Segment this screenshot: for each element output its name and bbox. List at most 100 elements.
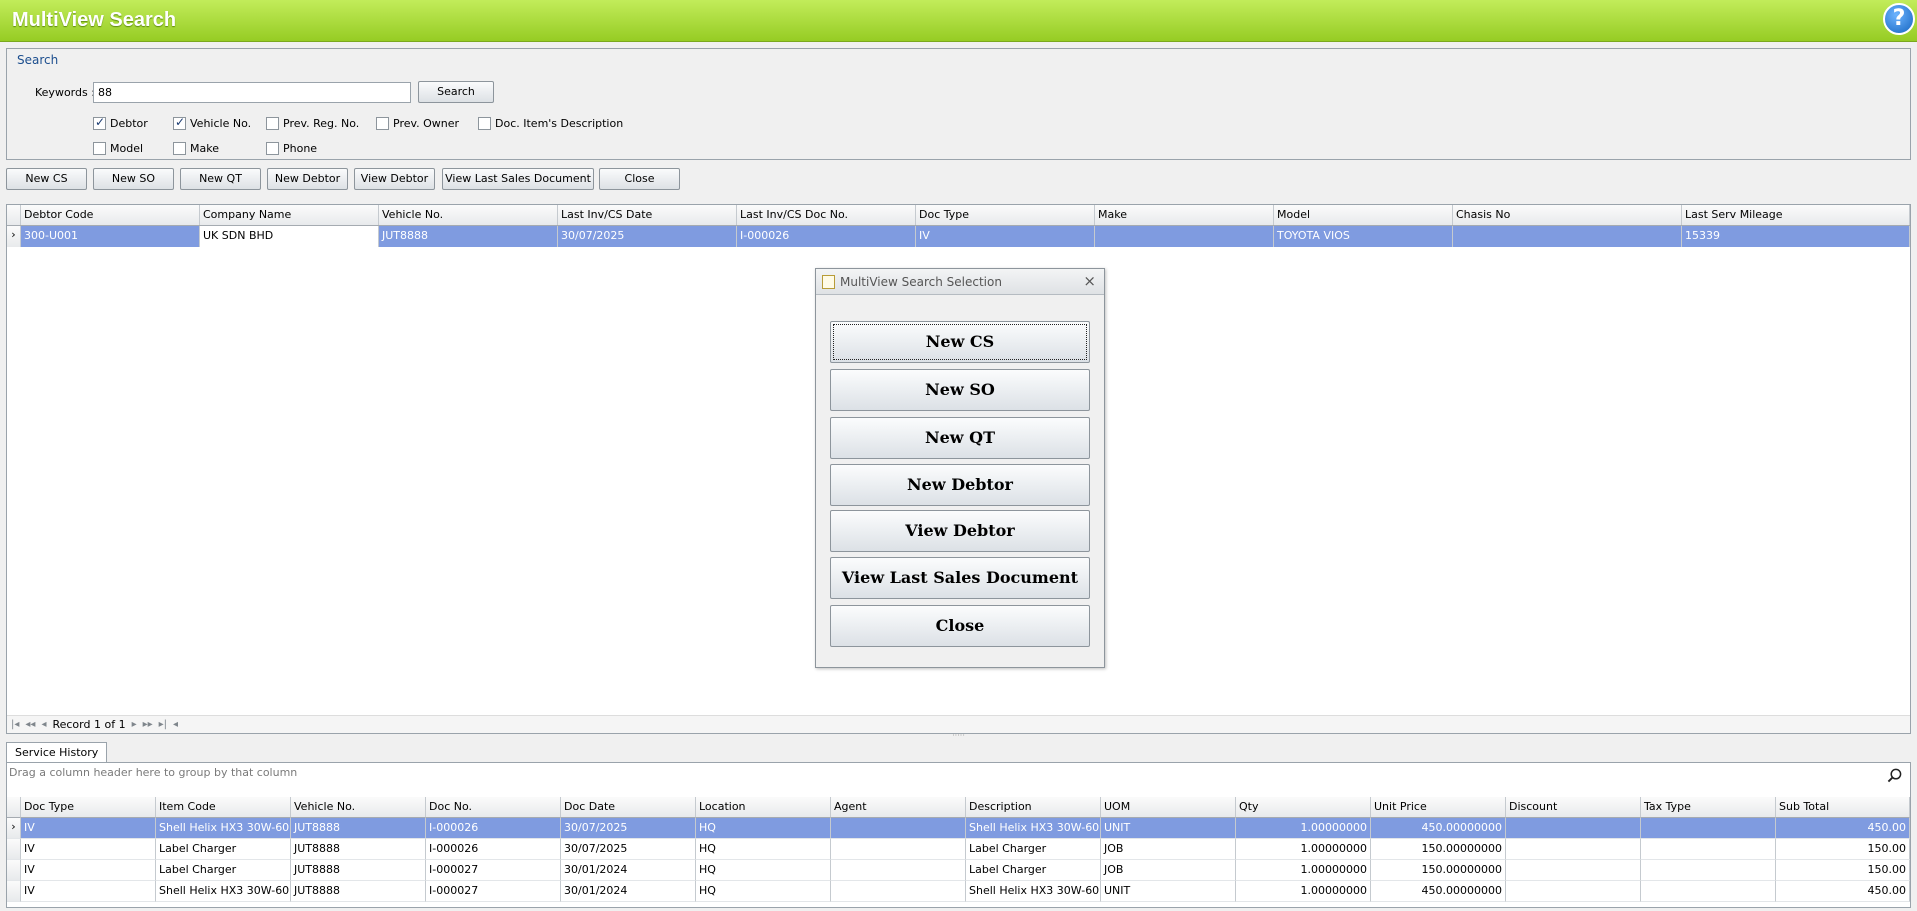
cell-unit-price[interactable]: 150.00000000 [1371, 860, 1506, 881]
cell-description[interactable]: Shell Helix HX3 30W-60 [966, 818, 1101, 839]
cell-description[interactable]: Label Charger [966, 839, 1101, 860]
cell-tax-type[interactable] [1641, 860, 1776, 881]
hcol-sub-total[interactable]: Sub Total [1776, 797, 1910, 818]
col-make[interactable]: Make [1095, 205, 1274, 225]
cell-doc-date[interactable]: 30/07/2025 [561, 839, 696, 860]
cell-doc-date[interactable]: 30/07/2025 [561, 818, 696, 839]
scroll-left-icon[interactable]: ◂ [173, 719, 178, 730]
hcol-discount[interactable]: Discount [1506, 797, 1641, 818]
cell-debtor-code[interactable]: 300-U001 [21, 226, 200, 247]
cell-item-code[interactable]: Shell Helix HX3 30W-60 [156, 881, 291, 902]
checkbox-model[interactable]: Model [93, 142, 143, 155]
table-row[interactable]: IV Label Charger JUT8888 I-000026 30/07/… [7, 839, 1910, 860]
cell-item-code[interactable]: Label Charger [156, 839, 291, 860]
table-row[interactable]: › 300-U001 UK SDN BHD JUT8888 30/07/2025… [7, 226, 1910, 247]
checkbox-make-box[interactable] [173, 142, 186, 155]
col-debtor-code[interactable]: Debtor Code [21, 205, 200, 225]
hcol-tax-type[interactable]: Tax Type [1641, 797, 1776, 818]
view-debtor-button[interactable]: View Debtor [354, 168, 435, 190]
hcol-doc-type[interactable]: Doc Type [21, 797, 156, 818]
cell-doc-type[interactable]: IV [21, 881, 156, 902]
checkbox-debtor-box[interactable] [93, 115, 106, 130]
checkbox-prev-owner-box[interactable] [376, 117, 389, 130]
checkbox-phone-box[interactable] [266, 142, 279, 155]
checkbox-prev-owner[interactable]: Prev. Owner [376, 117, 459, 130]
cell-qty[interactable]: 1.00000000 [1236, 839, 1371, 860]
cell-unit-price[interactable]: 450.00000000 [1371, 818, 1506, 839]
cell-doc-no[interactable]: I-000027 [426, 881, 561, 902]
dialog-new-qt-button[interactable]: New QT [830, 417, 1090, 459]
cell-doc-date[interactable]: 30/01/2024 [561, 881, 696, 902]
col-doc-type[interactable]: Doc Type [916, 205, 1095, 225]
checkbox-phone[interactable]: Phone [266, 142, 317, 155]
cell-company-name[interactable]: UK SDN BHD [200, 226, 379, 247]
checkbox-debtor[interactable]: Debtor [93, 115, 148, 130]
new-cs-button[interactable]: New CS [6, 168, 87, 190]
hcol-doc-no[interactable]: Doc No. [426, 797, 561, 818]
cell-last-serv-mileage[interactable]: 15339 [1682, 226, 1910, 247]
hcol-item-code[interactable]: Item Code [156, 797, 291, 818]
hcol-vehicle-no[interactable]: Vehicle No. [291, 797, 426, 818]
dialog-new-cs-button[interactable]: New CS [830, 321, 1090, 363]
cell-sub-total[interactable]: 150.00 [1776, 839, 1910, 860]
table-row[interactable]: IV Shell Helix HX3 30W-60 JUT8888 I-0000… [7, 881, 1910, 902]
cell-doc-type[interactable]: IV [21, 860, 156, 881]
view-last-sales-document-button[interactable]: View Last Sales Document [442, 168, 594, 190]
checkbox-model-box[interactable] [93, 142, 106, 155]
cell-tax-type[interactable] [1641, 818, 1776, 839]
new-debtor-button[interactable]: New Debtor [267, 168, 348, 190]
cell-last-inv-cs-doc-no[interactable]: I-000026 [737, 226, 916, 247]
dialog-close-button[interactable]: Close [830, 605, 1090, 647]
hcol-doc-date[interactable]: Doc Date [561, 797, 696, 818]
cell-make[interactable] [1095, 226, 1274, 247]
search-button[interactable]: Search [418, 81, 494, 103]
cell-doc-type[interactable]: IV [21, 839, 156, 860]
cell-agent[interactable] [831, 860, 966, 881]
cell-tax-type[interactable] [1641, 839, 1776, 860]
cell-location[interactable]: HQ [696, 818, 831, 839]
cell-sub-total[interactable]: 450.00 [1776, 818, 1910, 839]
cell-location[interactable]: HQ [696, 860, 831, 881]
cell-uom[interactable]: JOB [1101, 839, 1236, 860]
tab-service-history[interactable]: Service History [6, 742, 108, 763]
new-so-button[interactable]: New SO [93, 168, 174, 190]
cell-agent[interactable] [831, 881, 966, 902]
cell-unit-price[interactable]: 450.00000000 [1371, 881, 1506, 902]
col-vehicle-no[interactable]: Vehicle No. [379, 205, 558, 225]
cell-discount[interactable] [1506, 818, 1641, 839]
cell-vehicle-no[interactable]: JUT8888 [291, 881, 426, 902]
cell-last-inv-cs-date[interactable]: 30/07/2025 [558, 226, 737, 247]
cell-doc-no[interactable]: I-000026 [426, 818, 561, 839]
table-row[interactable]: › IV Shell Helix HX3 30W-60 JUT8888 I-00… [7, 818, 1910, 839]
checkbox-vehicle-no-box[interactable] [173, 115, 186, 130]
prev-record-icon[interactable]: ◂ [41, 719, 46, 730]
cell-description[interactable]: Label Charger [966, 860, 1101, 881]
cell-doc-no[interactable]: I-000027 [426, 860, 561, 881]
hcol-description[interactable]: Description [966, 797, 1101, 818]
cell-discount[interactable] [1506, 839, 1641, 860]
hcol-unit-price[interactable]: Unit Price [1371, 797, 1506, 818]
cell-agent[interactable] [831, 818, 966, 839]
table-row[interactable]: IV Label Charger JUT8888 I-000027 30/01/… [7, 860, 1910, 881]
cell-vehicle-no[interactable]: JUT8888 [379, 226, 558, 247]
cell-model[interactable]: TOYOTA VIOS [1274, 226, 1453, 247]
cell-tax-type[interactable] [1641, 881, 1776, 902]
cell-agent[interactable] [831, 839, 966, 860]
cell-sub-total[interactable]: 150.00 [1776, 860, 1910, 881]
col-last-inv-cs-date[interactable]: Last Inv/CS Date [558, 205, 737, 225]
cell-description[interactable]: Shell Helix HX3 30W-60 [966, 881, 1101, 902]
checkbox-doc-item-description[interactable]: Doc. Item's Description [478, 117, 623, 130]
dialog-new-so-button[interactable]: New SO [830, 369, 1090, 411]
close-button[interactable]: Close [599, 168, 680, 190]
dialog-view-last-sales-document-button[interactable]: View Last Sales Document [830, 557, 1090, 599]
hcol-uom[interactable]: UOM [1101, 797, 1236, 818]
new-qt-button[interactable]: New QT [180, 168, 261, 190]
cell-unit-price[interactable]: 150.00000000 [1371, 839, 1506, 860]
splitter-handle[interactable]: ····· [0, 732, 1917, 740]
cell-discount[interactable] [1506, 881, 1641, 902]
search-icon[interactable] [1887, 768, 1902, 783]
dialog-view-debtor-button[interactable]: View Debtor [830, 510, 1090, 552]
hcol-qty[interactable]: Qty [1236, 797, 1371, 818]
cell-doc-type[interactable]: IV [21, 818, 156, 839]
cell-uom[interactable]: UNIT [1101, 881, 1236, 902]
